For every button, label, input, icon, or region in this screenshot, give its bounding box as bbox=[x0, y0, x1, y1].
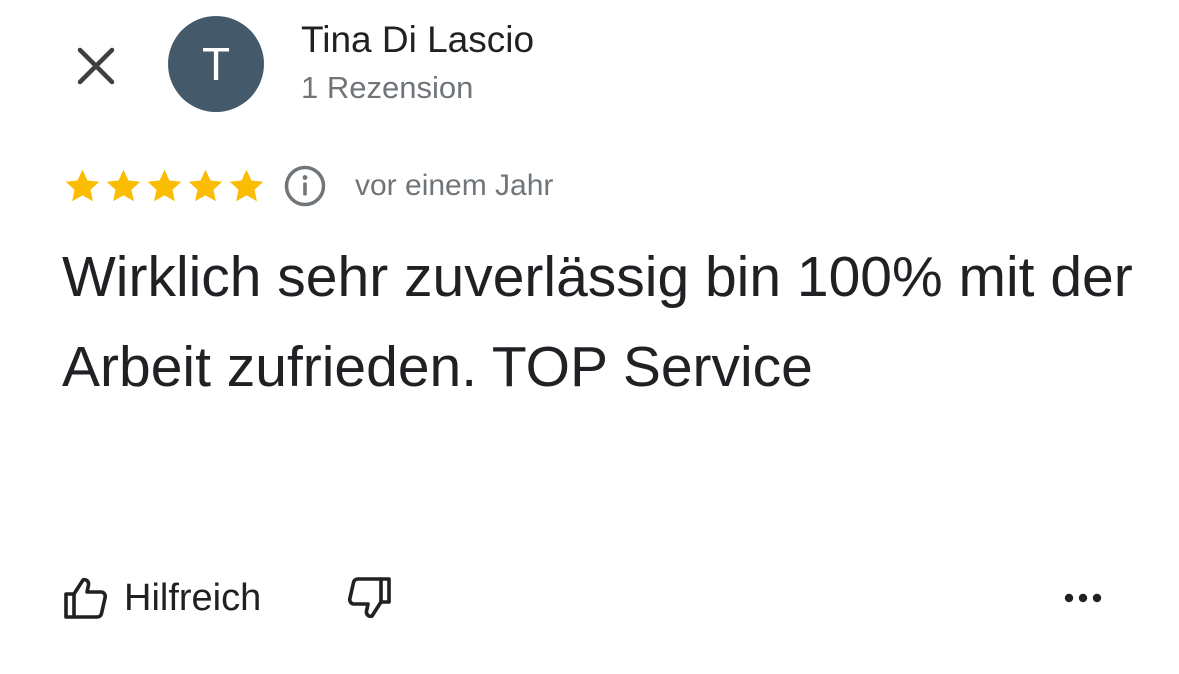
info-icon bbox=[284, 165, 326, 207]
thumbs-up-icon bbox=[64, 577, 108, 619]
star-icon bbox=[147, 169, 182, 201]
info-button[interactable] bbox=[283, 164, 327, 208]
star-rating bbox=[62, 166, 267, 207]
reviewer-review-count: 1 Rezension bbox=[301, 70, 474, 105]
more-horizontal-icon bbox=[1064, 593, 1102, 603]
close-button[interactable] bbox=[70, 40, 122, 92]
avatar[interactable]: T bbox=[168, 16, 264, 112]
review-text: Wirklich sehr zuverlässig bin 100% mit d… bbox=[62, 245, 1133, 399]
rating-row: vor einem Jahr bbox=[62, 162, 553, 210]
reviewer-name[interactable]: Tina Di Lascio bbox=[301, 18, 534, 62]
review-date: vor einem Jahr bbox=[355, 169, 554, 202]
review-actions: Hilfreich bbox=[62, 568, 393, 628]
more-options-button[interactable] bbox=[1061, 578, 1105, 618]
star-icon bbox=[229, 169, 264, 201]
thumbs-down-icon bbox=[348, 577, 392, 619]
helpful-label: Hilfreich bbox=[124, 576, 262, 619]
star-icon bbox=[106, 169, 141, 201]
star-icon bbox=[65, 169, 100, 201]
helpful-button[interactable]: Hilfreich bbox=[62, 574, 261, 622]
unhelpful-button[interactable] bbox=[345, 574, 393, 622]
close-icon bbox=[77, 47, 115, 85]
star-icon bbox=[188, 169, 223, 201]
